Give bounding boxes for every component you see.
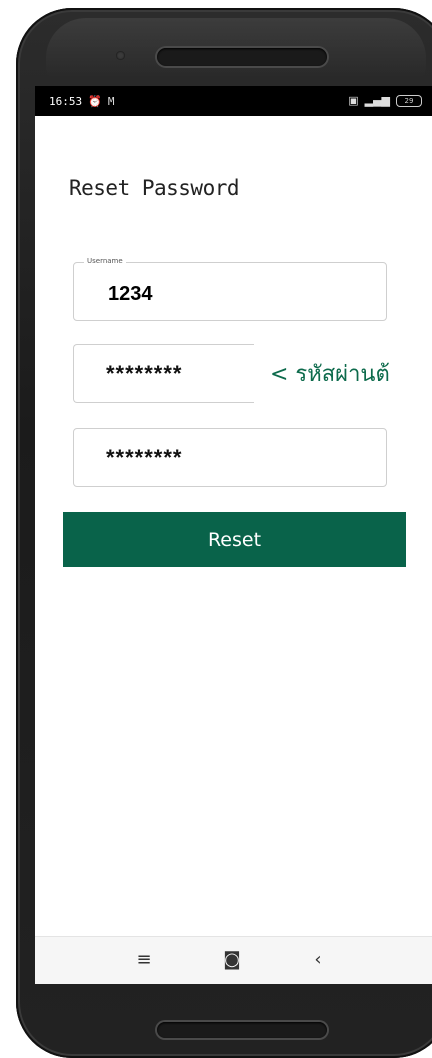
alarm-icon: ⏰	[88, 95, 102, 108]
back-icon[interactable]: ‹	[303, 949, 333, 970]
status-right: ▣ ▂▄▆ 29	[348, 94, 422, 107]
speaker-grille	[157, 48, 327, 66]
signal-icon: ▂▄▆	[364, 94, 390, 107]
password-hint: < รหัสผ่านต้	[270, 362, 390, 387]
notification-icon: ▣	[348, 94, 359, 107]
menu-icon[interactable]: ≡	[129, 949, 159, 970]
navigation-bar: ≡ ◙ ‹	[35, 936, 432, 984]
camera-icon	[116, 51, 125, 60]
new-password-field[interactable]: ********	[73, 344, 254, 403]
battery-level: 29	[404, 96, 414, 105]
reset-button[interactable]: Reset	[63, 512, 406, 567]
confirm-password-field[interactable]: ********	[73, 428, 387, 487]
username-field[interactable]: Username 1234	[73, 257, 387, 321]
status-left: 16:53 ⏰ M	[49, 95, 114, 108]
home-icon[interactable]: ◙	[217, 949, 247, 970]
bottom-speaker	[157, 1022, 327, 1038]
status-bar: 16:53 ⏰ M ▣ ▂▄▆ 29	[35, 86, 432, 116]
status-time: 16:53	[49, 95, 83, 108]
gmail-icon: M	[107, 95, 115, 108]
username-label: Username	[84, 257, 126, 265]
confirm-password-value[interactable]: ********	[106, 445, 183, 471]
username-value[interactable]: 1234	[108, 283, 153, 306]
new-password-value[interactable]: ********	[106, 361, 183, 387]
phone-screen: 16:53 ⏰ M ▣ ▂▄▆ 29 Reset Password Userna…	[35, 86, 432, 984]
page-title: Reset Password	[69, 176, 240, 200]
battery-icon: 29	[396, 94, 422, 107]
